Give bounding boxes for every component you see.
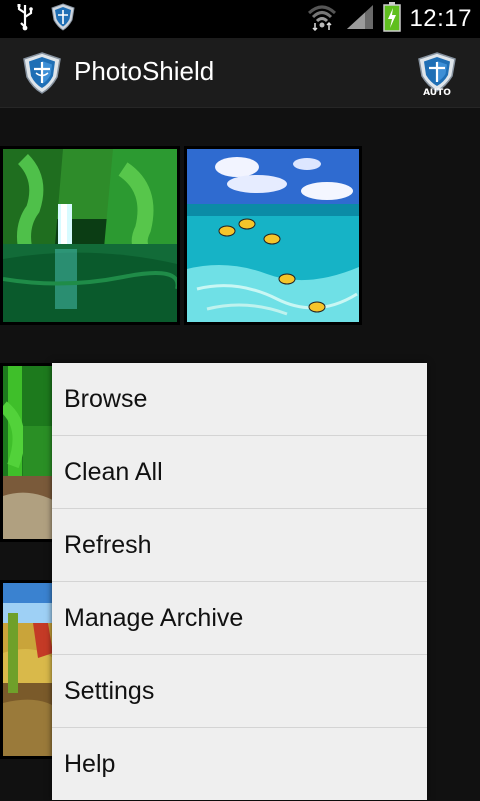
auto-shield-icon (418, 52, 456, 92)
status-left-icons (14, 3, 76, 35)
shield-icon[interactable] (22, 52, 62, 94)
status-bar: 12:17 (0, 0, 480, 38)
options-menu: Browse Clean All Refresh Manage Archive … (52, 363, 427, 800)
menu-item-refresh[interactable]: Refresh (52, 509, 427, 582)
usb-icon (14, 3, 36, 35)
menu-item-manage-archive[interactable]: Manage Archive (52, 582, 427, 655)
thumbnail-waterfall[interactable] (0, 146, 180, 325)
wifi-icon (307, 3, 337, 35)
ocean-fish-photo (187, 149, 359, 322)
menu-item-browse[interactable]: Browse (52, 363, 427, 436)
shield-notification-icon (50, 3, 76, 35)
status-right-icons: 12:17 (307, 2, 472, 36)
auto-label: AUTO (423, 88, 451, 98)
waterfall-photo (3, 149, 177, 322)
signal-icon (345, 3, 375, 35)
menu-item-help[interactable]: Help (52, 728, 427, 801)
thumbnail-ocean[interactable] (184, 146, 362, 325)
battery-charging-icon (383, 2, 402, 36)
menu-item-settings[interactable]: Settings (52, 655, 427, 728)
app-title: PhotoShield (74, 56, 215, 86)
clock: 12:17 (409, 5, 472, 32)
menu-item-clean-all[interactable]: Clean All (52, 436, 427, 509)
action-bar: PhotoShield AUTO (0, 38, 480, 108)
auto-protect-button[interactable]: AUTO (416, 52, 458, 98)
